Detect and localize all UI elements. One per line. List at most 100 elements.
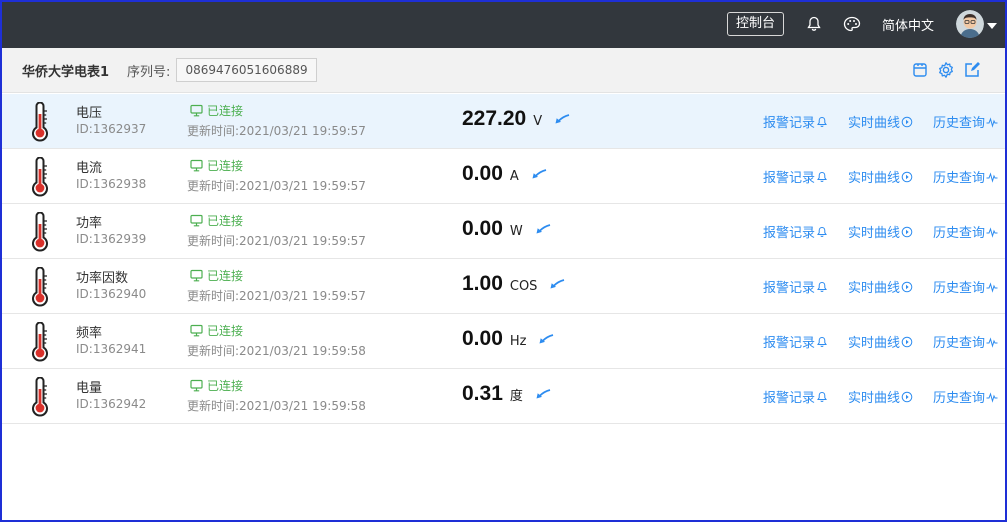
monitor-icon [190,324,203,337]
realtime-curve-link[interactable]: 实时曲线 [848,387,913,406]
link-label: 实时曲线 [848,116,901,131]
sensor-name: 电量 [76,381,103,396]
send-command-icon[interactable] [554,110,570,129]
alarm-records-link[interactable]: 报警记录 [763,167,828,186]
reading-value: 227.20 [462,107,527,130]
connection-status-label: 已连接 [207,324,244,338]
device-actions [911,61,981,79]
bell-icon [817,116,827,127]
history-query-link[interactable]: 历史查询 [933,387,998,406]
connection-status: 已连接 [190,267,243,284]
sensor-row: 电流 ID:1362938 已连接 更新时间:2021/03/21 19:59:… [2,149,1005,204]
history-query-link[interactable]: 历史查询 [933,112,998,131]
link-label: 实时曲线 [848,226,901,241]
reading-unit: V [533,114,543,129]
bell-icon [817,171,827,182]
link-label: 报警记录 [763,281,816,296]
alarm-records-link[interactable]: 报警记录 [763,332,828,351]
realtime-curve-link[interactable]: 实时曲线 [848,332,913,351]
link-label: 历史查询 [933,226,986,241]
gear-icon[interactable] [937,61,955,79]
history-query-link[interactable]: 历史查询 [933,332,998,351]
update-time: 更新时间:2021/03/21 19:59:57 [187,179,366,193]
connection-status-label: 已连接 [207,379,244,393]
reading-unit: COS [509,279,538,294]
connection-status-label: 已连接 [207,269,244,283]
link-label: 历史查询 [933,281,986,296]
sensor-id: ID:1362938 [76,177,147,191]
sensor-id: ID:1362939 [76,232,147,246]
pulse-icon [986,336,998,348]
update-time: 更新时间:2021/03/21 19:59:57 [187,124,366,138]
palette-icon[interactable] [842,14,862,34]
link-label: 实时曲线 [848,391,901,406]
connection-status-label: 已连接 [207,214,244,228]
update-time: 更新时间:2021/03/21 19:59:58 [187,344,366,358]
thermometer-icon [30,321,50,362]
play-circle-icon [901,171,913,182]
sensor-row: 频率 ID:1362941 已连接 更新时间:2021/03/21 19:59:… [2,314,1005,369]
pulse-icon [986,226,998,238]
reading-unit: A [509,169,519,184]
play-circle-icon [901,116,913,127]
history-query-link[interactable]: 历史查询 [933,167,998,186]
send-command-icon[interactable] [549,275,565,294]
pulse-icon [986,391,998,403]
link-label: 历史查询 [933,116,986,131]
reading-value: 0.00 [462,217,503,240]
send-command-icon[interactable] [538,330,554,349]
reading-unit: 度 [509,389,523,404]
storage-icon[interactable] [911,61,929,79]
link-label: 历史查询 [933,336,986,351]
alarm-records-link[interactable]: 报警记录 [763,112,828,131]
edit-icon[interactable] [963,61,981,79]
link-label: 报警记录 [763,336,816,351]
link-label: 报警记录 [763,171,816,186]
language-selector[interactable]: 简体中文 [882,15,934,34]
link-label: 历史查询 [933,171,986,186]
send-command-icon[interactable] [531,165,547,184]
sensor-row: 电压 ID:1362937 已连接 更新时间:2021/03/21 19:59:… [2,94,1005,149]
realtime-curve-link[interactable]: 实时曲线 [848,222,913,241]
device-name: 华侨大学电表1 [22,64,110,80]
thermometer-icon [30,376,50,417]
sensor-reading: 0.00 A [462,162,547,186]
sensor-reading: 1.00 COS [462,272,565,296]
send-command-icon[interactable] [535,220,551,239]
alarm-records-link[interactable]: 报警记录 [763,277,828,296]
sensor-reading: 0.00 Hz [462,327,554,351]
link-label: 报警记录 [763,116,816,131]
monitor-icon [190,269,203,282]
alarm-records-link[interactable]: 报警记录 [763,222,828,241]
history-query-link[interactable]: 历史查询 [933,277,998,296]
user-avatar[interactable] [956,10,984,38]
update-time: 更新时间:2021/03/21 19:59:57 [187,289,366,303]
realtime-curve-link[interactable]: 实时曲线 [848,277,913,296]
sensor-name: 电流 [76,161,103,176]
alarm-records-link[interactable]: 报警记录 [763,387,828,406]
play-circle-icon [901,336,913,347]
reading-value: 0.00 [462,162,503,185]
history-query-link[interactable]: 历史查询 [933,222,998,241]
connection-status: 已连接 [190,322,243,339]
link-label: 实时曲线 [848,171,901,186]
realtime-curve-link[interactable]: 实时曲线 [848,167,913,186]
sensor-reading: 227.20 V [462,107,570,131]
bell-icon [817,391,827,402]
chevron-down-icon[interactable] [987,15,997,34]
link-label: 历史查询 [933,391,986,406]
sensor-id: ID:1362942 [76,397,147,411]
reading-value: 0.00 [462,327,503,350]
serial-number-field: 0869476051606889 [176,58,317,82]
sensor-name: 功率因数 [76,271,129,286]
link-label: 实时曲线 [848,281,901,296]
bell-icon[interactable] [804,14,824,34]
send-command-icon[interactable] [535,385,551,404]
serial-label: 序列号: [127,64,171,80]
monitor-icon [190,214,203,227]
thermometer-icon [30,266,50,307]
sensor-id: ID:1362941 [76,342,147,356]
realtime-curve-link[interactable]: 实时曲线 [848,112,913,131]
console-button[interactable]: 控制台 [726,12,784,36]
reading-value: 0.31 [462,382,503,405]
